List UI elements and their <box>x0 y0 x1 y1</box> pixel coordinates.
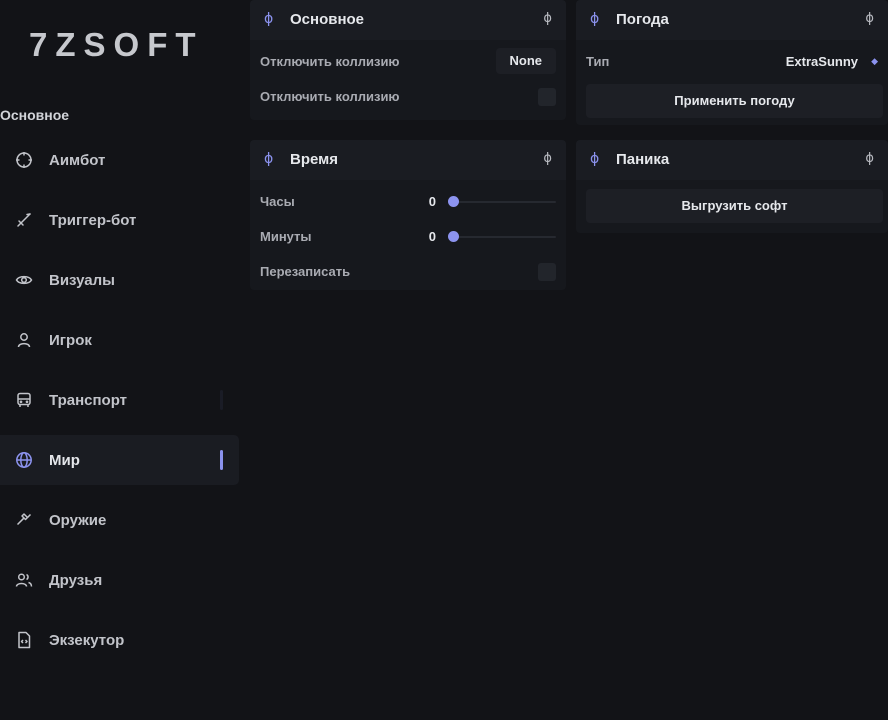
bus-icon <box>15 391 33 409</box>
panel-header: ɸ Паника ɸ <box>576 140 888 180</box>
phi-icon: ɸ <box>264 11 274 27</box>
sword-icon <box>15 211 33 229</box>
sidebar-item-label: Мир <box>49 451 80 469</box>
user-icon <box>15 331 33 349</box>
panel-title: Время <box>290 151 338 168</box>
disable-collision-select[interactable]: None <box>495 48 556 74</box>
unload-soft-button[interactable]: Выгрузить софт <box>586 189 883 223</box>
sidebar-section-label: Основное <box>0 107 70 123</box>
general-panel: ɸ Основное ɸ Отключить коллизию None Отк… <box>250 0 566 120</box>
nav-indicator <box>220 390 223 410</box>
collapse-icon[interactable]: ɸ <box>543 11 552 26</box>
sidebar-item-label: Экзекутор <box>49 631 125 649</box>
minutes-label: Минуты <box>260 229 312 244</box>
sidebar-item-label: Триггер-бот <box>49 211 137 229</box>
sidebar-item-label: Оружие <box>49 511 107 529</box>
sidebar-item-label: Транспорт <box>49 391 128 409</box>
panel-title: Основное <box>290 11 365 28</box>
sidebar-item-aimbot[interactable]: Аимбот <box>0 135 239 185</box>
sidebar-item-triggerbot[interactable]: Триггер-бот <box>0 195 239 245</box>
disable-collision-label: Отключить коллизию <box>260 89 400 104</box>
weather-panel: ɸ Погода ɸ Тип ExtraSunny ◆ Применить по… <box>576 0 888 125</box>
sidebar-item-label: Игрок <box>49 331 92 349</box>
time-panel: ɸ Время ɸ Часы 0 Минуты 0 Перезаписать <box>250 140 566 290</box>
sidebar-item-visuals[interactable]: Визуалы <box>0 255 239 305</box>
hours-value: 0 <box>428 194 436 209</box>
sidebar-item-label: Визуалы <box>49 271 115 289</box>
weather-type-label: Тип <box>586 54 610 69</box>
sidebar-item-world[interactable]: Мир <box>0 435 239 485</box>
sidebar: 7ZSOFT Основное Аимбот Триггер-бот Визуа… <box>0 0 240 720</box>
minutes-value: 0 <box>428 229 436 244</box>
hours-slider-thumb[interactable] <box>448 196 459 207</box>
override-checkbox[interactable] <box>538 263 556 281</box>
users-icon <box>15 571 33 589</box>
phi-icon: ɸ <box>590 151 600 167</box>
minutes-slider-thumb[interactable] <box>448 231 459 242</box>
weather-type-select[interactable]: ExtraSunny <box>786 54 858 69</box>
panic-panel: ɸ Паника ɸ Выгрузить софт <box>576 140 888 233</box>
disable-collision-checkbox[interactable] <box>538 88 556 106</box>
collapse-icon[interactable]: ɸ <box>865 151 874 166</box>
select-arrow-icon[interactable]: ◆ <box>871 57 878 67</box>
hammer-icon <box>15 511 33 529</box>
panel-header: ɸ Погода ɸ <box>576 0 888 40</box>
crosshair-icon <box>15 151 33 169</box>
sidebar-item-label: Аимбот <box>49 151 106 169</box>
hours-label: Часы <box>260 194 295 209</box>
sidebar-item-player[interactable]: Игрок <box>0 315 239 365</box>
minutes-slider-track[interactable] <box>453 236 556 238</box>
collapse-icon[interactable]: ɸ <box>543 151 552 166</box>
collapse-icon[interactable]: ɸ <box>865 11 874 26</box>
phi-icon: ɸ <box>590 11 600 27</box>
panel-header: ɸ Время ɸ <box>250 140 566 180</box>
sidebar-item-friends[interactable]: Друзья <box>0 555 239 605</box>
active-indicator <box>220 450 223 470</box>
app-logo: 7ZSOFT <box>29 26 204 63</box>
panel-header: ɸ Основное ɸ <box>250 0 566 40</box>
phi-icon: ɸ <box>264 151 274 167</box>
sidebar-item-weapons[interactable]: Оружие <box>0 495 239 545</box>
sidebar-item-label: Друзья <box>49 571 103 589</box>
hours-slider-track[interactable] <box>453 201 556 203</box>
eye-icon <box>15 271 33 289</box>
override-label: Перезаписать <box>260 264 351 279</box>
sidebar-item-executor[interactable]: Экзекутор <box>0 615 239 665</box>
disable-collision-label: Отключить коллизию <box>260 54 400 69</box>
globe-icon <box>15 451 33 469</box>
panel-title: Погода <box>616 11 669 28</box>
panel-title: Паника <box>616 151 670 168</box>
file-code-icon <box>15 631 33 649</box>
apply-weather-button[interactable]: Применить погоду <box>586 84 883 118</box>
sidebar-item-transport[interactable]: Транспорт <box>0 375 239 425</box>
